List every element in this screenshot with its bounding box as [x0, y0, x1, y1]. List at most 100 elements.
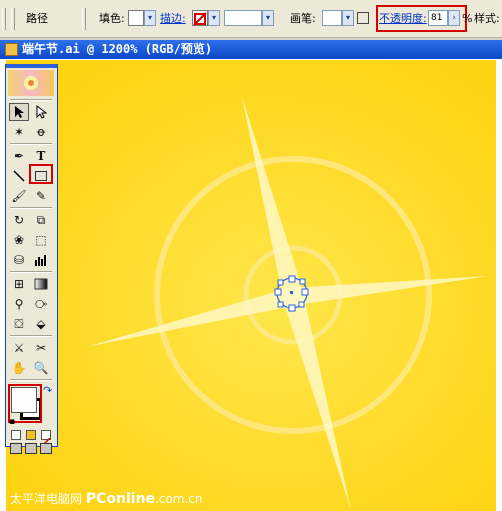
standard-screen-mode-button[interactable]	[10, 443, 22, 454]
fill-dropdown[interactable]: ▾	[144, 10, 156, 26]
line-segment-tool[interactable]	[9, 167, 29, 185]
flower-logo-icon	[24, 76, 38, 90]
opacity-input[interactable]: 81	[428, 10, 448, 26]
artboard-canvas[interactable]	[6, 60, 496, 511]
arrow-icon	[15, 106, 24, 118]
slice-tool[interactable]: ⚔	[9, 339, 29, 357]
toolbox-separator	[10, 143, 52, 145]
rotate-tool[interactable]: ↻	[9, 211, 29, 229]
free-transform-icon: ⬚	[35, 233, 47, 247]
eyedropper-icon: ⚲	[14, 297, 24, 311]
stroke-swatch[interactable]	[192, 10, 208, 26]
none-stroke-icon	[193, 12, 207, 26]
hollow-arrow-icon	[36, 105, 47, 119]
color-mode-button[interactable]	[11, 430, 21, 440]
scissors-icon: ✂	[35, 341, 47, 355]
document-titlebar[interactable]: 端午节.ai @ 1200% (RGB/预览)	[0, 40, 502, 59]
swap-fill-stroke-icon[interactable]: ↷	[43, 384, 52, 397]
watermark-site: PConline	[85, 491, 156, 507]
full-screen-mode-button[interactable]	[40, 443, 52, 454]
opacity-arrow-button[interactable]: ›	[448, 10, 460, 26]
full-screen-menu-mode-button[interactable]	[25, 443, 37, 454]
live-paint-selection-tool[interactable]: ⬙	[31, 315, 51, 333]
toolbox-separator	[10, 207, 52, 209]
line-icon	[13, 170, 25, 182]
bar-chart-icon	[35, 255, 46, 266]
stroke-label[interactable]: 描边:	[160, 13, 186, 25]
warp-tool[interactable]: ❀	[9, 231, 29, 249]
path-label: 路径	[26, 12, 48, 25]
brush-label: 画笔:	[290, 12, 316, 25]
style-label: 样式:	[474, 12, 500, 25]
toolbar-grip[interactable]	[2, 8, 6, 30]
selection-tool[interactable]	[9, 103, 29, 121]
scissors-tool[interactable]: ✂	[31, 339, 51, 357]
toolbox-panel: ✶ ꝋ ✒ T 🖌 ✎ ↻ ⧉ ❀ ⬚ ⛁ ⊞ ⚲ ⧂ ⛋ ⬙ ⚔ ✂ ✋ 🔍 …	[5, 64, 58, 454]
column-graph-tool[interactable]	[31, 251, 51, 269]
app-logo	[8, 70, 54, 96]
brush-options-icon[interactable]	[357, 12, 369, 24]
brush-select[interactable]	[322, 10, 342, 26]
pen-icon: ✒	[13, 149, 25, 163]
toolbox-separator	[10, 379, 52, 381]
warp-icon: ❀	[13, 233, 25, 247]
mesh-tool[interactable]: ⊞	[9, 275, 29, 293]
center-point	[290, 291, 293, 294]
document-icon	[5, 43, 18, 56]
symbol-sprayer-tool[interactable]: ⛁	[9, 251, 29, 269]
stroke-dropdown[interactable]: ▾	[208, 10, 220, 26]
toolbox-separator	[10, 335, 52, 337]
zoom-tool[interactable]: 🔍	[31, 359, 51, 377]
magic-wand-tool[interactable]: ✶	[9, 123, 29, 141]
mesh-icon: ⊞	[13, 277, 25, 291]
toolbox-separator	[10, 271, 52, 273]
type-tool[interactable]: T	[31, 147, 51, 165]
hand-icon: ✋	[11, 361, 27, 375]
pen-tool[interactable]: ✒	[9, 147, 29, 165]
symbol-sprayer-icon: ⛁	[13, 253, 25, 267]
eyedropper-tool[interactable]: ⚲	[9, 295, 29, 313]
lasso-tool[interactable]: ꝋ	[31, 123, 51, 141]
type-icon: T	[36, 149, 46, 163]
toolbox-separator	[10, 99, 52, 101]
toolbar-grip[interactable]	[11, 8, 15, 30]
fill-swatch[interactable]	[128, 10, 144, 26]
default-colors-icon[interactable]: ▪	[9, 417, 15, 427]
stroke-weight-dropdown[interactable]: ▾	[262, 10, 274, 26]
scale-tool[interactable]: ⧉	[31, 211, 51, 229]
rotate-icon: ↻	[13, 213, 25, 227]
document-title: 端午节.ai @ 1200% (RGB/预览)	[22, 42, 213, 56]
brush-icon: 🖌	[11, 189, 27, 203]
blend-icon: ⧂	[34, 297, 47, 311]
paint-bucket-icon: ⛋	[14, 317, 24, 331]
scale-icon: ⧉	[36, 213, 46, 227]
gradient-tool[interactable]	[31, 275, 51, 293]
lasso-icon: ꝋ	[36, 125, 46, 139]
live-paint-tool[interactable]: ⛋	[9, 315, 29, 333]
hand-tool[interactable]: ✋	[9, 359, 29, 377]
fill-label: 填色:	[99, 12, 125, 25]
rectangle-tool-highlight	[29, 164, 53, 184]
brush-dropdown[interactable]: ▾	[342, 10, 354, 26]
watermark-domain: .com.cn	[155, 492, 203, 506]
toolbar-grip[interactable]	[82, 8, 86, 30]
free-transform-tool[interactable]: ⬚	[31, 231, 51, 249]
none-mode-button[interactable]	[41, 430, 51, 447]
pencil-tool[interactable]: ✎	[31, 187, 51, 205]
document-window: 端午节.ai @ 1200% (RGB/预览)	[0, 40, 502, 511]
opacity-percent: %	[462, 12, 473, 25]
live-paint-selection-icon: ⬙	[36, 317, 46, 331]
stroke-weight-select[interactable]	[224, 10, 262, 26]
watermark: 太平洋电脑网 PConline.com.cn	[10, 490, 203, 507]
direct-selection-tool[interactable]	[31, 103, 51, 121]
blend-tool[interactable]: ⧂	[31, 295, 51, 313]
watermark-brand: 太平洋电脑网	[10, 492, 83, 506]
artwork	[6, 60, 496, 511]
control-bar: 路径 填色: ▾ 描边: ▾ ▾ 画笔: ▾ 不透明度: 81 › % 样式:	[0, 0, 502, 38]
gradient-mode-button[interactable]	[26, 430, 36, 440]
opacity-label[interactable]: 不透明度:	[379, 13, 427, 25]
magic-wand-icon: ✶	[13, 125, 25, 139]
knife-icon: ⚔	[13, 341, 25, 355]
paintbrush-tool[interactable]: 🖌	[9, 187, 29, 205]
magnifier-icon: 🔍	[33, 361, 49, 375]
